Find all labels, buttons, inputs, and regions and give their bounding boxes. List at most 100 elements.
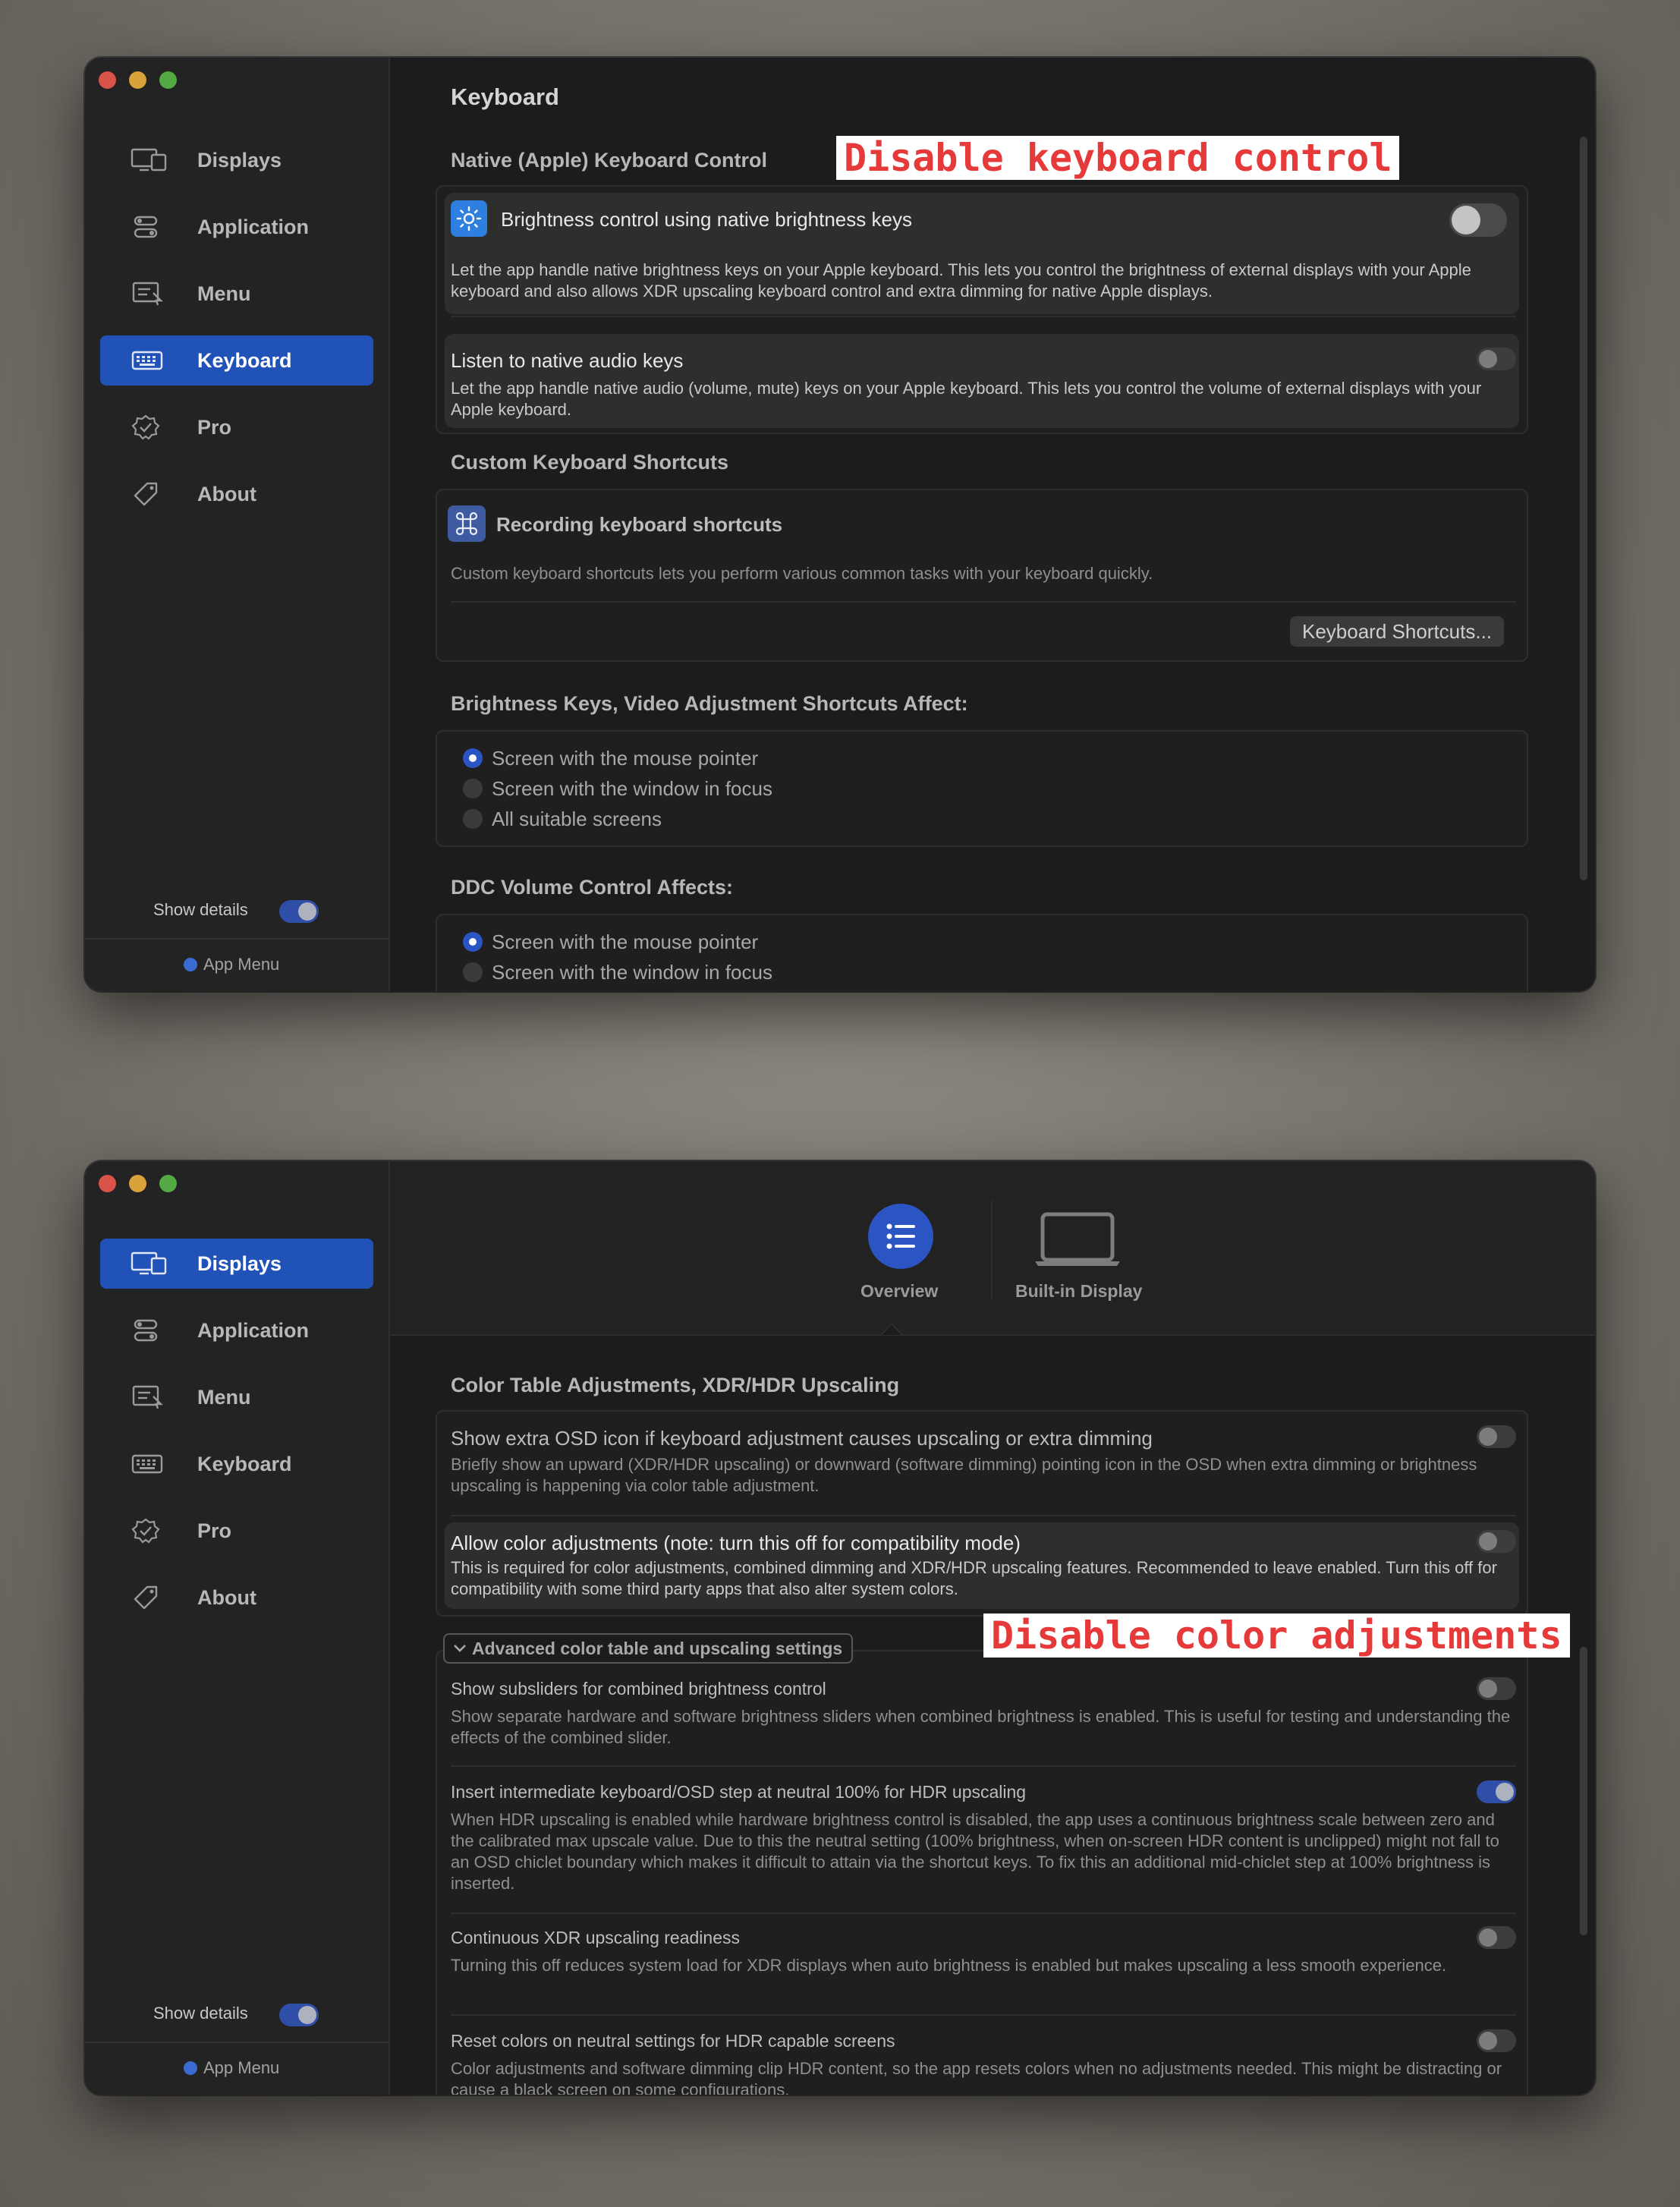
sidebar-item-about[interactable]: About	[100, 1573, 373, 1623]
zoom-button[interactable]	[159, 71, 177, 89]
page-title: Keyboard	[451, 83, 559, 110]
about-icon	[134, 1585, 158, 1610]
chevron-down-icon	[454, 1645, 466, 1652]
ddc-affect-section-title: DDC Volume Control Affects:	[451, 876, 734, 899]
xdr-readiness-title: Continuous XDR upscaling readiness	[451, 1928, 740, 1947]
show-details-toggle[interactable]	[279, 2004, 319, 2026]
sidebar-item-label: Application	[197, 1318, 309, 1342]
tab-label: Built-in Display	[1015, 1281, 1143, 1301]
pro-icon	[131, 414, 160, 440]
sidebar-item-label: Keyboard	[197, 348, 292, 372]
row-divider	[451, 2014, 1516, 2016]
advanced-settings-disclosure[interactable]: Advanced color table and upscaling setti…	[443, 1633, 854, 1664]
radio-window-focus[interactable]	[463, 779, 483, 798]
sidebar-item-label: Pro	[197, 1519, 232, 1542]
intermediate-step-toggle[interactable]	[1477, 1780, 1516, 1803]
sidebar-item-label: Application	[197, 215, 309, 238]
tab-overview[interactable]: Overview	[853, 1204, 947, 1301]
sidebar-item-label: Displays	[197, 148, 282, 172]
minimize-button[interactable]	[129, 71, 146, 89]
sidebar-item-about[interactable]: About	[100, 469, 373, 519]
display-tabs-bar	[390, 1161, 1595, 1336]
sidebar-item-label: Menu	[197, 1385, 251, 1409]
app-menu-button[interactable]: App Menu	[184, 2058, 279, 2078]
radio-all-screens[interactable]	[463, 809, 483, 829]
sidebar-item-pro[interactable]: Pro	[100, 402, 373, 452]
xdr-readiness-desc: Turning this off reduces system load for…	[451, 1956, 1447, 1975]
subsliders-title: Show subsliders for combined brightness …	[451, 1679, 826, 1699]
application-icon	[134, 216, 158, 238]
intermediate-step-title: Insert intermediate keyboard/OSD step at…	[451, 1782, 1027, 1802]
keyboard-settings-window: Displays Application Menu Keyboard Pro A…	[85, 58, 1595, 991]
displays-settings-window: Displays Application Menu Keyboard Pro A…	[85, 1161, 1595, 2095]
window-controls	[99, 71, 177, 89]
show-details-label: Show details	[153, 900, 248, 919]
row-divider	[451, 601, 1516, 603]
command-icon	[448, 505, 486, 542]
app-menu-button[interactable]: App Menu	[184, 955, 279, 974]
sidebar-item-pro[interactable]: Pro	[100, 1506, 373, 1556]
sidebar-divider	[85, 938, 389, 940]
sidebar-item-application[interactable]: Application	[100, 1305, 373, 1355]
show-details-toggle[interactable]	[279, 900, 319, 923]
scrollbar[interactable]	[1580, 137, 1587, 880]
app-menu-icon	[184, 2061, 197, 2075]
app-menu-label: App Menu	[203, 955, 280, 974]
zoom-button[interactable]	[159, 1175, 177, 1192]
osd-icon-toggle[interactable]	[1477, 1425, 1516, 1448]
sidebar-item-label: Keyboard	[197, 1452, 292, 1475]
radio-window-focus[interactable]	[463, 962, 483, 982]
audio-keys-toggle[interactable]	[1477, 348, 1516, 370]
color-adjustments-toggle[interactable]	[1477, 1530, 1516, 1553]
keyboard-icon	[131, 351, 163, 370]
menu-icon	[132, 282, 163, 306]
tab-built-in-display[interactable]: Built-in Display	[1012, 1204, 1149, 1301]
subsliders-toggle[interactable]	[1477, 1677, 1516, 1700]
radio-label: All suitable screens	[492, 808, 662, 830]
radio-label: Screen with the mouse pointer	[492, 747, 759, 770]
sidebar-item-keyboard[interactable]: Keyboard	[100, 1439, 373, 1489]
keyboard-icon	[131, 1454, 163, 1474]
app-menu-icon	[184, 958, 197, 971]
tab-label: Overview	[860, 1281, 939, 1301]
sidebar-item-displays[interactable]: Displays	[100, 1239, 373, 1289]
row-divider	[451, 316, 1516, 317]
osd-icon-title: Show extra OSD icon if keyboard adjustme…	[451, 1427, 1153, 1450]
custom-shortcuts-section-title: Custom Keyboard Shortcuts	[451, 451, 729, 474]
brightness-keys-toggle[interactable]	[1449, 203, 1507, 237]
xdr-readiness-toggle[interactable]	[1477, 1926, 1516, 1949]
annotation-disable-keyboard-control: Disable keyboard control	[836, 136, 1400, 180]
recording-shortcuts-desc: Custom keyboard shortcuts lets you perfo…	[451, 564, 1153, 583]
sidebar: Displays Application Menu Keyboard Pro A…	[85, 58, 390, 991]
audio-keys-desc: Let the app handle native audio (volume,…	[451, 379, 1482, 419]
window-controls	[99, 1175, 177, 1192]
displays-icon	[131, 148, 167, 172]
close-button[interactable]	[99, 71, 116, 89]
radio-mouse-pointer[interactable]	[463, 932, 483, 952]
radio-mouse-pointer[interactable]	[463, 748, 483, 768]
sidebar-item-menu[interactable]: Menu	[100, 269, 373, 319]
sidebar-item-application[interactable]: Application	[100, 202, 373, 252]
sidebar-item-displays[interactable]: Displays	[100, 135, 373, 185]
keyboard-shortcuts-button[interactable]: Keyboard Shortcuts...	[1290, 616, 1505, 647]
application-icon	[134, 1319, 158, 1342]
osd-icon-desc: Briefly show an upward (XDR/HDR upscalin…	[451, 1455, 1477, 1495]
show-details-label: Show details	[153, 2004, 248, 2023]
recording-shortcuts-title: Recording keyboard shortcuts	[496, 513, 783, 536]
intermediate-step-desc: When HDR upscaling is enabled while hard…	[451, 1810, 1499, 1893]
app-menu-label: App Menu	[203, 2058, 280, 2077]
scrollbar[interactable]	[1580, 1647, 1587, 1935]
minimize-button[interactable]	[129, 1175, 146, 1192]
list-icon	[868, 1204, 933, 1269]
annotation-disable-color-adjustments: Disable color adjustments	[983, 1614, 1570, 1658]
main-content: Overview Built-in Display Color Table Ad…	[390, 1161, 1595, 2095]
radio-label: Screen with the mouse pointer	[492, 930, 759, 953]
row-divider	[451, 1515, 1516, 1516]
audio-keys-title: Listen to native audio keys	[451, 349, 684, 372]
reset-colors-desc: Color adjustments and software dimming c…	[451, 2059, 1502, 2095]
reset-colors-toggle[interactable]	[1477, 2029, 1516, 2052]
sidebar-item-menu[interactable]: Menu	[100, 1372, 373, 1422]
sidebar-item-keyboard[interactable]: Keyboard	[100, 335, 373, 386]
sidebar-item-label: About	[197, 482, 256, 505]
close-button[interactable]	[99, 1175, 116, 1192]
